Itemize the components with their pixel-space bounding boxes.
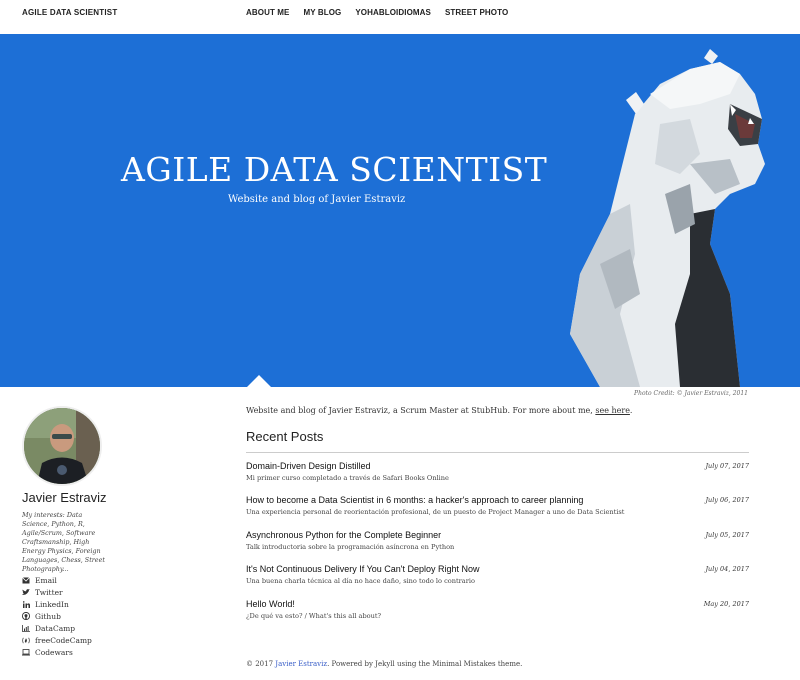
post-title-link[interactable]: How to become a Data Scientist in 6 mont… (246, 495, 583, 505)
fire-icon (22, 636, 30, 644)
post-item: Hello World! ¿De qué va esto? / What's t… (246, 599, 749, 627)
author-links: Email Twitter LinkedIn Github DataCamp f… (22, 574, 92, 658)
author-bio: My interests: Data Science, Python, R, A… (22, 511, 105, 573)
laptop-icon (22, 648, 30, 656)
avatar-image (24, 408, 100, 484)
photo-credit: Photo Credit: © Javier Estraviz, 2011 (634, 390, 748, 397)
recent-posts-heading: Recent Posts (246, 429, 324, 444)
post-excerpt: Una experiencia personal de reorientació… (246, 508, 625, 516)
hero-banner: AGILE DATA SCIENTIST Website and blog of… (0, 34, 800, 387)
intro-text: Website and blog of Javier Estraviz, a S… (246, 406, 633, 415)
top-nav: AGILE DATA SCIENTIST ABOUT ME MY BLOG YO… (0, 0, 800, 34)
hero-title: AGILE DATA SCIENTIST (121, 150, 548, 189)
author-link-datacamp[interactable]: DataCamp (22, 622, 92, 634)
hero-notch (247, 375, 271, 387)
author-name: Javier Estraviz (22, 490, 107, 505)
nav-link-my-blog[interactable]: MY BLOG (303, 8, 341, 17)
post-excerpt: ¿De qué va esto? / What's this all about… (246, 612, 382, 620)
author-link-github[interactable]: Github (22, 610, 92, 622)
post-date: July 04, 2017 (705, 565, 749, 573)
see-here-link[interactable]: see here (595, 406, 630, 415)
author-link-email[interactable]: Email (22, 574, 92, 586)
author-link-codewars[interactable]: Codewars (22, 646, 92, 658)
post-excerpt: Mi primer curso completado a través de S… (246, 474, 449, 482)
post-date: May 20, 2017 (703, 600, 749, 608)
footer: © 2017 Javier Estraviz. Powered by Jekyl… (246, 660, 523, 668)
post-title-link[interactable]: Hello World! (246, 599, 295, 609)
author-avatar (22, 406, 102, 486)
chart-icon (22, 624, 30, 632)
site-title-link[interactable]: AGILE DATA SCIENTIST (22, 8, 117, 17)
nav-link-yohabloidiomas[interactable]: YOHABLOIDIOMAS (355, 8, 431, 17)
post-excerpt: Talk introductoria sobre la programación… (246, 543, 455, 551)
post-excerpt: Una buena charla técnica al día no hace … (246, 577, 475, 585)
author-link-linkedin[interactable]: LinkedIn (22, 598, 92, 610)
nav-link-about-me[interactable]: ABOUT ME (246, 8, 289, 17)
post-date: July 07, 2017 (705, 462, 749, 470)
post-date: July 05, 2017 (705, 531, 749, 539)
author-link-twitter[interactable]: Twitter (22, 586, 92, 598)
author-link-freecodecamp[interactable]: freeCodeCamp (22, 634, 92, 646)
linkedin-icon (22, 600, 30, 608)
tiger-statue-image (570, 49, 765, 387)
post-title-link[interactable]: Domain-Driven Design Distilled (246, 461, 371, 471)
post-item: It's Not Continuous Delivery If You Can'… (246, 564, 749, 592)
post-item: How to become a Data Scientist in 6 mont… (246, 495, 749, 523)
nav-links: ABOUT ME MY BLOG YOHABLOIDIOMAS STREET P… (246, 8, 522, 17)
github-icon (22, 612, 30, 620)
nav-link-street-photo[interactable]: STREET PHOTO (445, 8, 508, 17)
post-item: Asynchronous Python for the Complete Beg… (246, 530, 749, 558)
divider (246, 452, 749, 453)
hero-subtitle: Website and blog of Javier Estraviz (228, 194, 406, 205)
post-title-link[interactable]: It's Not Continuous Delivery If You Can'… (246, 564, 480, 574)
post-date: July 06, 2017 (705, 496, 749, 504)
twitter-icon (22, 588, 30, 596)
footer-author-link[interactable]: Javier Estraviz (275, 660, 327, 668)
post-item: Domain-Driven Design Distilled Mi primer… (246, 461, 749, 489)
envelope-icon (22, 576, 30, 584)
post-title-link[interactable]: Asynchronous Python for the Complete Beg… (246, 530, 441, 540)
